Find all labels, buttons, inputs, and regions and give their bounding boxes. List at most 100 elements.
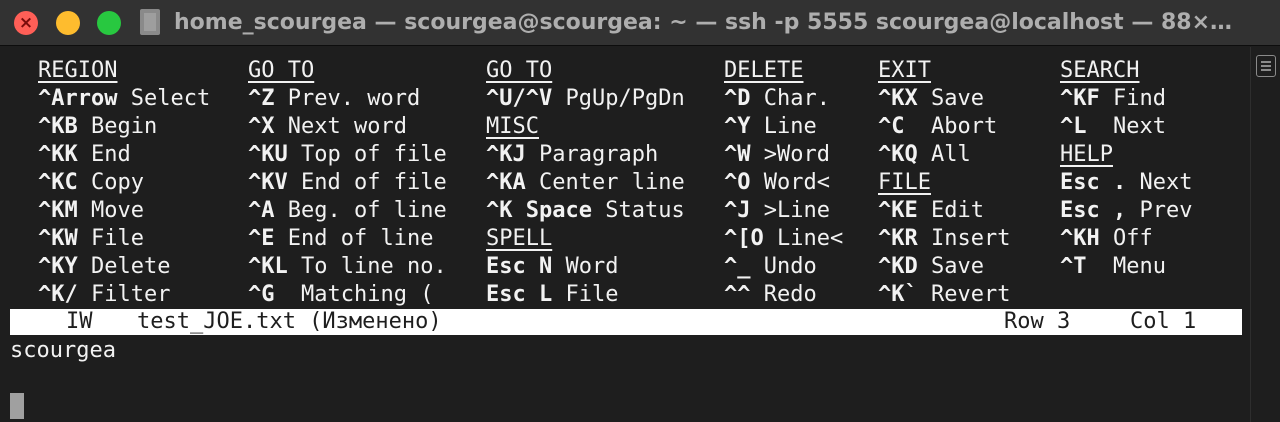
help-desc: PgUp/PgDn — [552, 86, 685, 111]
help-key: ^X — [248, 114, 275, 139]
help-desc: Matching ( — [274, 282, 434, 307]
help-desc: >Word — [750, 142, 830, 167]
help-desc: Edit — [917, 198, 984, 223]
help-desc: Line — [750, 114, 817, 139]
help-desc: Delete — [77, 254, 171, 279]
help-entry: ^Arrow Select — [38, 85, 210, 113]
help-entry: ^T Menu — [1060, 253, 1166, 281]
help-key: ^KR — [878, 226, 918, 251]
help-desc: Abort — [904, 114, 998, 139]
help-desc: Off — [1099, 226, 1153, 251]
help-entry: ^O Word< — [724, 169, 830, 197]
help-key: ^T — [1060, 254, 1087, 279]
help-entry: ^KX Save — [878, 85, 984, 113]
help-desc: Select — [117, 86, 211, 111]
help-entry: Esc N Word — [486, 253, 618, 281]
help-entry: Esc L File — [486, 281, 618, 309]
help-key: ^KE — [878, 198, 918, 223]
help-desc: End — [77, 142, 131, 167]
help-key: ^O — [724, 170, 751, 195]
help-entry: Esc , Prev — [1060, 197, 1192, 225]
help-header: MISC — [486, 114, 539, 139]
help-desc: >Line — [750, 198, 830, 223]
help-desc: Save — [917, 86, 984, 111]
document-icon — [140, 9, 160, 35]
help-entry: ^KF Find — [1060, 85, 1166, 113]
help-key: ^K/ — [38, 282, 78, 307]
help-key: ^KD — [878, 254, 918, 279]
help-header: GO TO — [486, 58, 553, 83]
close-button[interactable]: × — [14, 11, 38, 35]
help-desc: End of line — [274, 226, 434, 251]
help-desc: To line no. — [287, 254, 447, 279]
help-header: FILE — [878, 170, 931, 195]
help-entry: ^E End of line — [248, 225, 433, 253]
help-entry: ^KD Save — [878, 253, 984, 281]
help-key: ^U/^V — [486, 86, 553, 111]
help-entry: ^^ Redo — [724, 281, 817, 309]
help-key: ^[O — [724, 226, 764, 251]
help-key: ^KW — [38, 226, 78, 251]
editor-line: scourgea — [10, 338, 116, 363]
help-header: REGION — [38, 58, 118, 83]
help-desc: Char. — [750, 86, 830, 111]
help-key: ^D — [724, 86, 751, 111]
help-entry: ^A Beg. of line — [248, 197, 447, 225]
help-entry: ^Y Line — [724, 113, 817, 141]
window-title: home_scourgea — scourgea@scourgea: ~ — s… — [174, 10, 1233, 35]
help-key: ^KK — [38, 142, 78, 167]
help-desc: Beg. of line — [274, 198, 447, 223]
help-entry: ^KL To line no. — [248, 253, 447, 281]
help-key: Esc , — [1060, 198, 1127, 223]
help-key: ^KJ — [486, 142, 526, 167]
help-header: SEARCH — [1060, 58, 1140, 83]
help-desc: Copy — [77, 170, 144, 195]
help-key: ^Z — [248, 86, 275, 111]
help-key: ^L — [1060, 114, 1087, 139]
help-entry: ^KW File — [38, 225, 144, 253]
text-cursor — [10, 393, 24, 419]
help-desc: Revert — [917, 282, 1011, 307]
status-col: Col 1 — [1130, 309, 1197, 334]
help-header: SPELL — [486, 226, 553, 251]
help-key: Esc . — [1060, 170, 1127, 195]
title-bar[interactable]: × home_scourgea — scourgea@scourgea: ~ —… — [0, 0, 1280, 46]
help-entry: ^KJ Paragraph — [486, 141, 658, 169]
help-key: ^KY — [38, 254, 78, 279]
minimize-button[interactable] — [56, 11, 80, 35]
help-desc: Undo — [750, 254, 817, 279]
help-entry: ^KA Center line — [486, 169, 685, 197]
help-key: ^_ — [724, 254, 751, 279]
help-key: ^KB — [38, 114, 78, 139]
help-desc: Next word — [274, 114, 407, 139]
scrollbar[interactable] — [1250, 47, 1280, 422]
help-desc: Find — [1099, 86, 1166, 111]
help-header: HELP — [1060, 142, 1113, 167]
help-entry: Esc . Next — [1060, 169, 1192, 197]
help-desc: Prev. word — [274, 86, 421, 111]
help-entry: ^KR Insert — [878, 225, 1010, 253]
help-key: ^Arrow — [38, 86, 118, 111]
terminal-content[interactable]: REGION ^Arrow Select ^KB Begin ^KK End ^KC C… — [0, 47, 1250, 422]
help-header: DELETE — [724, 58, 804, 83]
help-entry: ^L Next — [1060, 113, 1166, 141]
help-desc: File — [77, 226, 144, 251]
help-entry: ^KB Begin — [38, 113, 157, 141]
scroll-menu-icon[interactable] — [1256, 55, 1276, 77]
help-desc: Menu — [1086, 254, 1166, 279]
help-entry: ^KV End of file — [248, 169, 447, 197]
help-entry: ^KM Move — [38, 197, 144, 225]
help-key: ^KV — [248, 170, 288, 195]
status-row: Row 3 — [1004, 309, 1071, 334]
help-key: ^KC — [38, 170, 78, 195]
help-desc: Insert — [917, 226, 1011, 251]
help-entry: ^[O Line< — [724, 225, 843, 253]
help-entry: ^KY Delete — [38, 253, 170, 281]
help-key: ^KU — [248, 142, 288, 167]
help-key: ^C — [878, 114, 905, 139]
help-entry: ^X Next word — [248, 113, 407, 141]
close-icon: × — [18, 13, 34, 33]
help-desc: Paragraph — [525, 142, 659, 167]
maximize-button[interactable] — [97, 11, 121, 35]
help-key: ^J — [724, 198, 751, 223]
